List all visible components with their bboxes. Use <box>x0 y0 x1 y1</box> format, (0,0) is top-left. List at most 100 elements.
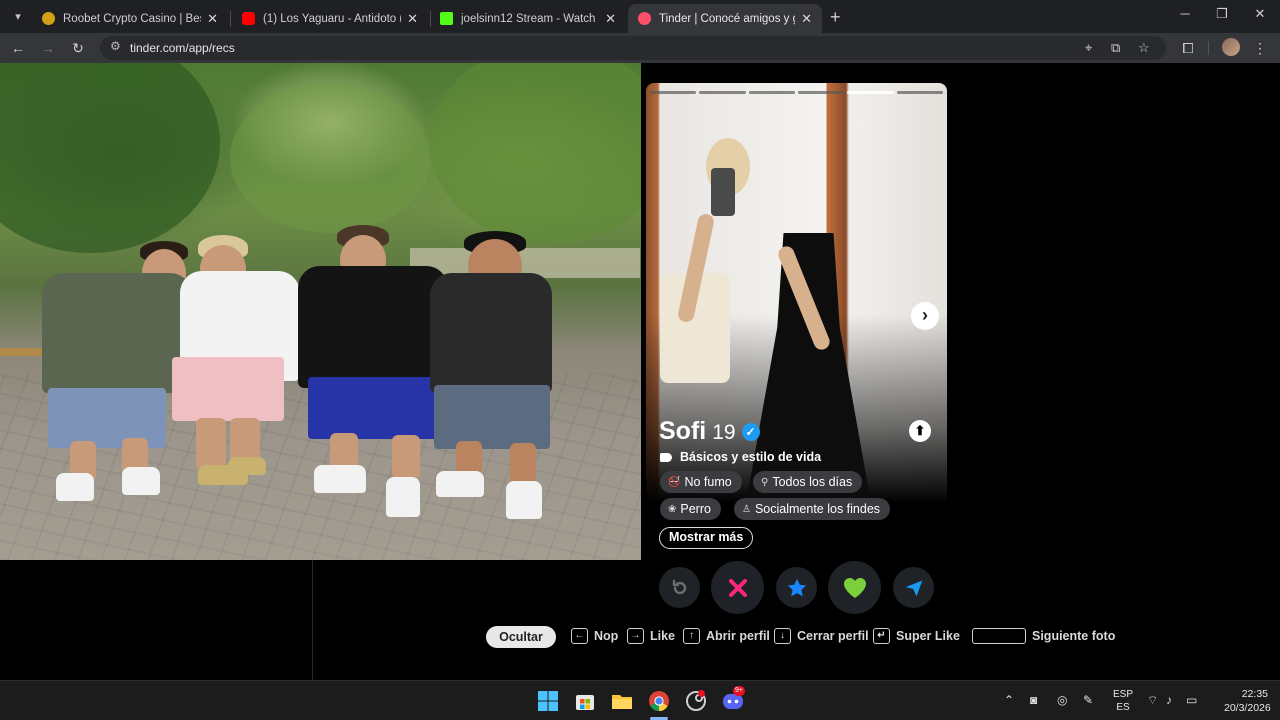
profile-avatar[interactable] <box>1222 38 1240 56</box>
chip-smoking: 🚭 No fumo <box>660 471 742 493</box>
site-info-icon[interactable]: ⚙ <box>110 39 121 53</box>
own-profile-photo <box>0 63 641 560</box>
tree-foliage <box>230 83 430 233</box>
hint-like: → Like <box>627 628 675 644</box>
battery-icon[interactable]: ▭ <box>1186 693 1197 707</box>
photo-progress-segment <box>699 91 746 94</box>
down-arrow-key-icon: ↓ <box>774 628 791 644</box>
volume-icon[interactable]: ♪ <box>1166 693 1172 707</box>
close-tab-icon[interactable]: ✕ <box>605 11 616 27</box>
close-tab-icon[interactable]: ✕ <box>207 11 218 27</box>
keyboard-layout: ES <box>1116 702 1130 713</box>
discord-tray-icon[interactable]: ◙ <box>1030 693 1037 707</box>
section-heading: Básicos y estilo de vida <box>660 450 821 464</box>
keyboard-shortcuts-bar: Ocultar ← Nop → Like ↑ Abrir perfil ↓ Ce… <box>0 626 1280 648</box>
right-arrow-key-icon: → <box>627 628 644 644</box>
restore-icon[interactable]: ❐ <box>1207 6 1237 22</box>
windows-taskbar: 9+ ⌃ ◙ ◎ ✎ ESP ES ⌔ ♪ ▭ 22:35 20/3/2026 <box>0 680 1280 720</box>
start-windows-icon[interactable] <box>536 689 560 713</box>
chrome-icon[interactable] <box>647 689 671 713</box>
hint-label: Nop <box>594 629 619 643</box>
profile-age: 19 <box>712 421 736 444</box>
paw-icon: ❀ <box>668 503 677 515</box>
reload-icon[interactable]: ↻ <box>68 38 88 58</box>
back-icon[interactable]: ← <box>8 38 28 58</box>
tab-kick[interactable]: joelsinn12 Stream - Watch Live ✕ <box>430 4 626 33</box>
tab-title: Tinder | Conocé amigos y gente <box>659 12 795 25</box>
hint-open-profile: ↑ Abrir perfil <box>683 628 770 644</box>
hint-next-photo: Siguiente foto <box>972 628 1115 644</box>
tinder-app-page: › Sofi 19 ✓ ⬆ Básicos y estilo de vida 🚭… <box>0 63 1280 680</box>
tab-title: (1) Los Yaguaru - Antidoto (Auc <box>263 12 401 25</box>
install-app-icon[interactable]: ⧉ <box>1111 40 1120 56</box>
tab-title: joelsinn12 Stream - Watch Live <box>461 12 599 25</box>
hint-nope: ← Nop <box>571 628 618 644</box>
tab-separator <box>230 11 231 27</box>
close-tab-icon[interactable]: ✕ <box>801 11 812 27</box>
steam-tray-icon[interactable]: ◎ <box>1057 693 1067 707</box>
chip-pets: ❀ Perro <box>660 498 721 520</box>
tree-foliage <box>0 63 220 253</box>
photo-progress-segment <box>896 91 943 94</box>
show-more-button[interactable]: Mostrar más <box>659 527 754 549</box>
extensions-icon[interactable]: ⧠ <box>1178 38 1198 58</box>
like-button[interactable] <box>828 561 881 614</box>
file-explorer-icon[interactable] <box>610 689 634 713</box>
bookmark-star-icon[interactable]: ☆ <box>1138 40 1150 56</box>
toolbar-separator <box>1208 41 1209 55</box>
photo-progress-bar <box>650 91 943 95</box>
tab-title: Roobet Crypto Casino | Best Bit <box>63 12 201 25</box>
tab-tinder[interactable]: Tinder | Conocé amigos y gente ✕ <box>628 4 822 33</box>
hint-label: Siguiente foto <box>1032 629 1116 643</box>
boost-button[interactable] <box>893 567 934 608</box>
url-text[interactable]: tinder.com/app/recs <box>130 41 235 55</box>
location-icon[interactable]: ⌖ <box>1085 40 1092 56</box>
microsoft-store-icon[interactable] <box>573 689 597 713</box>
hint-close-profile: ↓ Cerrar perfil <box>774 628 869 644</box>
window-close-icon[interactable]: ✕ <box>1245 6 1275 22</box>
tab-search-menu-icon[interactable]: ▾ <box>8 7 28 27</box>
dumbbell-icon: ⚲ <box>761 476 769 488</box>
photo-progress-segment <box>797 91 845 94</box>
tag-icon <box>660 452 672 462</box>
section-title: Básicos y estilo de vida <box>680 450 822 464</box>
tab-youtube[interactable]: (1) Los Yaguaru - Antidoto (Auc ✕ <box>232 4 428 33</box>
show-hidden-icons-icon[interactable]: ⌃ <box>1004 693 1014 707</box>
chip-label: Socialmente los findes <box>754 502 881 516</box>
hide-shortcuts-button[interactable]: Ocultar <box>486 626 556 648</box>
chrome-menu-icon[interactable]: ⋮ <box>1250 38 1270 58</box>
send-icon <box>905 580 922 596</box>
tree-foliage <box>430 63 641 243</box>
kick-favicon-icon <box>440 12 453 25</box>
discord-icon[interactable]: 9+ <box>721 686 745 713</box>
next-photo-button[interactable]: › <box>911 302 939 330</box>
chip-label: No fumo <box>684 475 732 489</box>
phone <box>711 168 735 216</box>
open-profile-icon[interactable]: ⬆ <box>909 420 931 442</box>
rewind-button[interactable] <box>659 567 700 608</box>
panel-divider <box>312 560 313 680</box>
pen-tray-icon[interactable]: ✎ <box>1083 693 1093 707</box>
hint-label: Like <box>650 629 676 643</box>
new-tab-icon[interactable]: + <box>830 7 841 27</box>
minimize-icon[interactable]: ─ <box>1170 6 1200 21</box>
wifi-icon[interactable]: ⌔ <box>1147 693 1158 708</box>
system-clock[interactable]: 22:35 20/3/2026 <box>1224 687 1271 715</box>
chip-drinking: ♙ Socialmente los findes <box>734 498 891 520</box>
tinder-favicon-icon <box>638 12 651 25</box>
tab-roobet[interactable]: Roobet Crypto Casino | Best Bit ✕ <box>32 4 228 33</box>
space-key-icon <box>972 628 1026 644</box>
enter-key-icon: ↵ <box>873 628 890 644</box>
no-smoking-icon: 🚭 <box>668 476 681 488</box>
input-language[interactable]: ESP ES <box>1112 688 1134 714</box>
x-icon <box>728 578 747 597</box>
nope-button[interactable] <box>711 561 764 614</box>
forward-icon[interactable]: → <box>38 38 58 58</box>
profile-name-row: Sofi 19 ✓ <box>659 417 760 446</box>
close-tab-icon[interactable]: ✕ <box>407 11 418 27</box>
photo-progress-segment <box>650 91 697 94</box>
address-bar[interactable]: ⚙ tinder.com/app/recs ⌖ ⧉ ☆ <box>100 36 1166 60</box>
steam-icon[interactable] <box>684 689 708 713</box>
profile-card[interactable]: › Sofi 19 ✓ ⬆ Básicos y estilo de vida 🚭… <box>646 83 947 563</box>
super-like-button[interactable] <box>776 567 817 608</box>
